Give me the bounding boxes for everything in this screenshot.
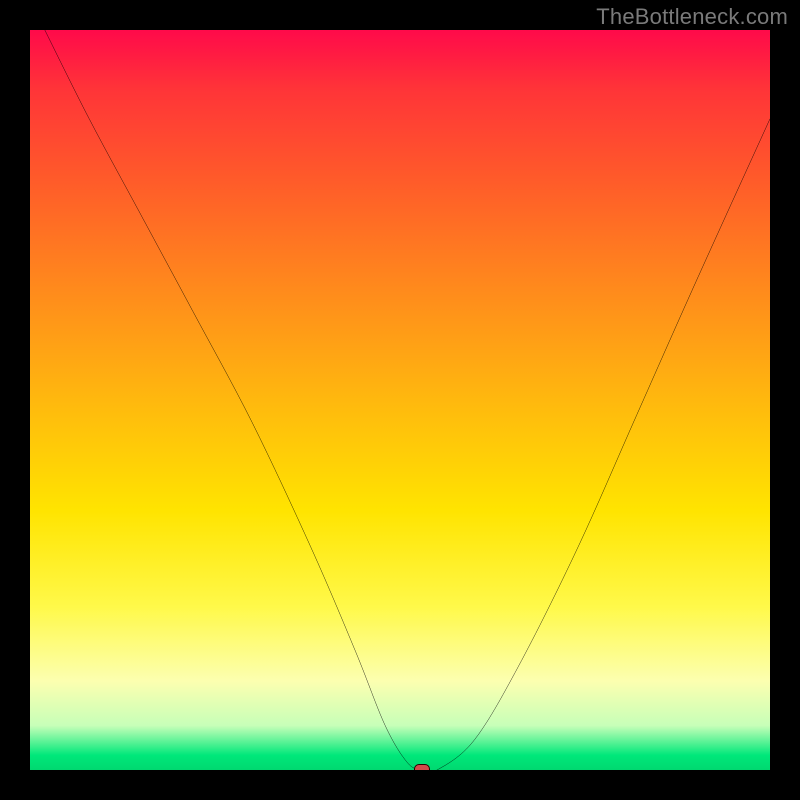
plot-area	[30, 30, 770, 770]
bottleneck-curve	[30, 30, 770, 770]
chart-frame: TheBottleneck.com	[0, 0, 800, 800]
optimum-marker	[414, 764, 430, 770]
curve-path	[45, 30, 770, 770]
watermark-text: TheBottleneck.com	[596, 4, 788, 30]
